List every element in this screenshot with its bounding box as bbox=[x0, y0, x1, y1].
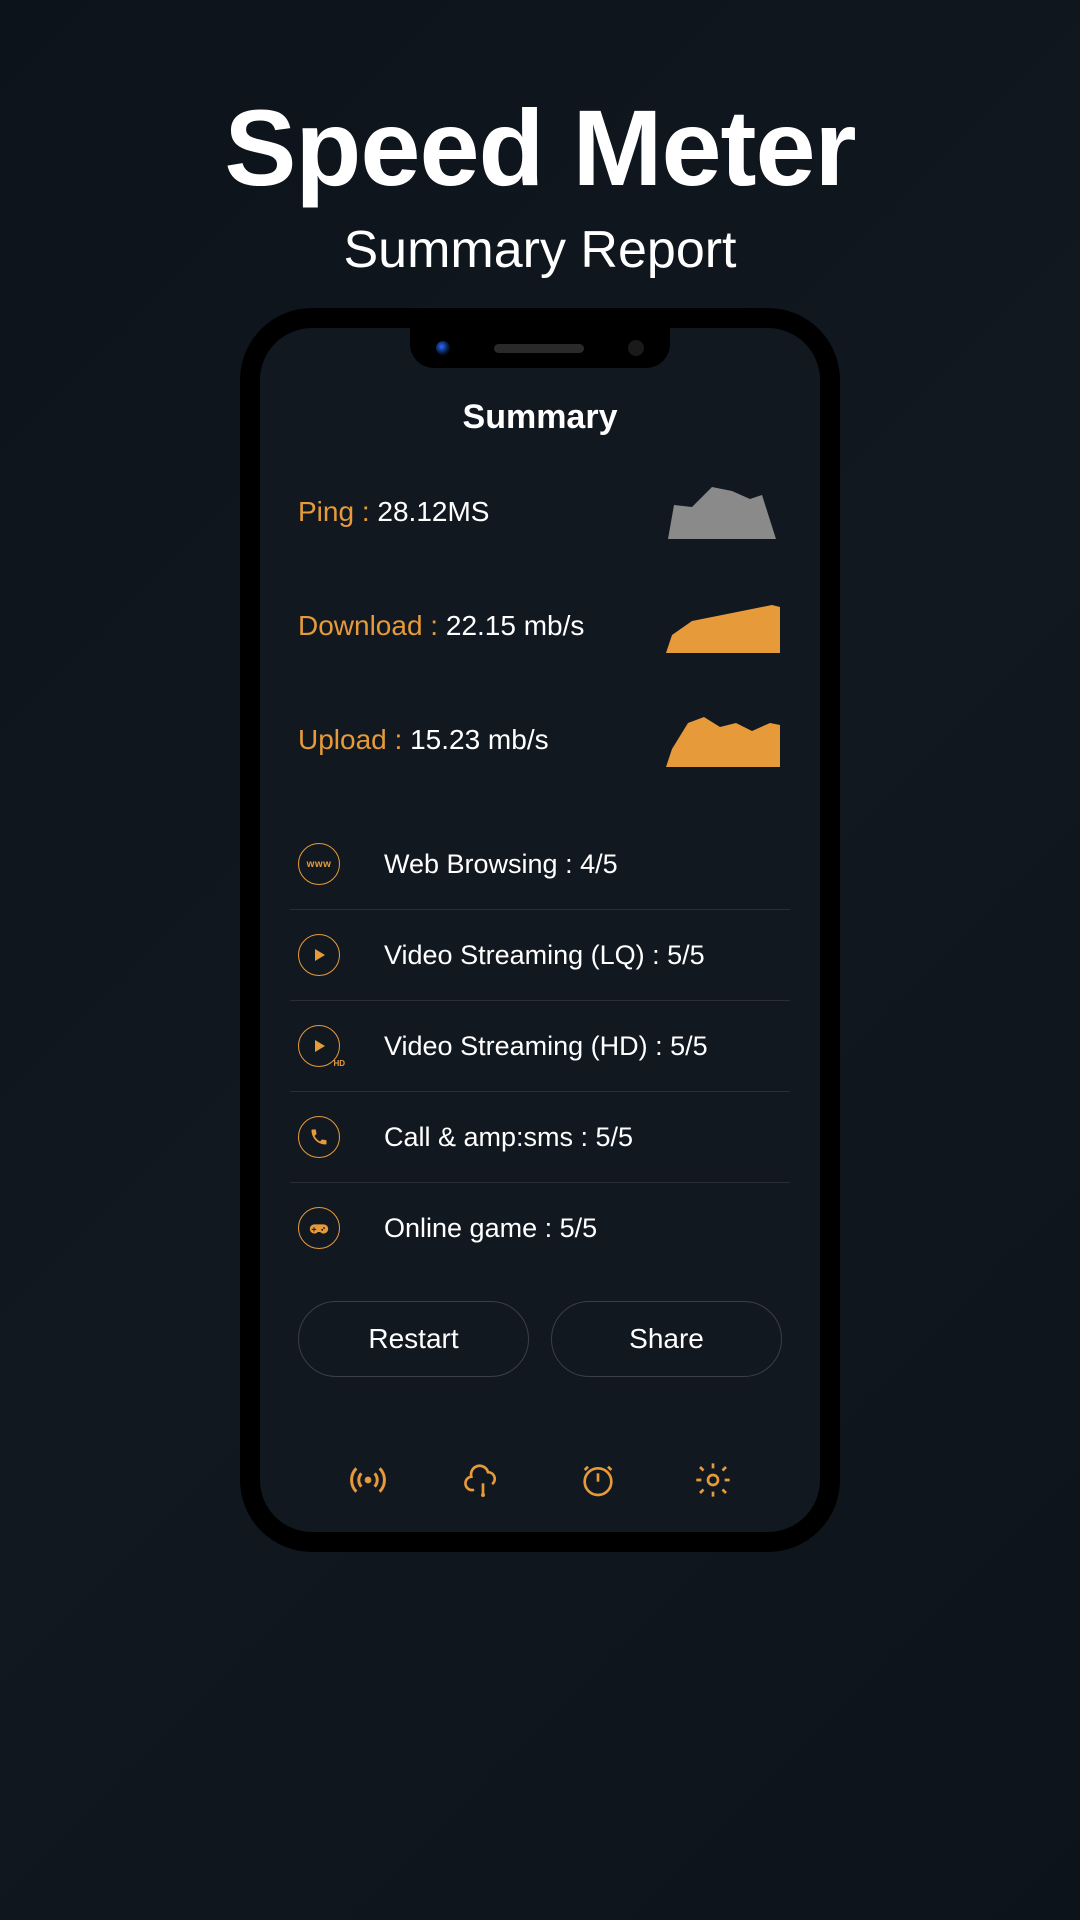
upload-sparkline-icon bbox=[662, 713, 782, 767]
front-camera-icon bbox=[436, 341, 450, 355]
play-hd-icon: HD bbox=[298, 1025, 340, 1067]
phone-notch bbox=[410, 328, 670, 368]
phone-frame: Summary Ping : 28.12MS Download : 22.15 … bbox=[242, 310, 838, 1550]
action-row: Restart Share bbox=[290, 1301, 790, 1377]
nav-settings-icon[interactable] bbox=[691, 1458, 735, 1502]
rating-row-call: Call & amp:sms : 5/5 bbox=[290, 1092, 790, 1183]
restart-button[interactable]: Restart bbox=[298, 1301, 529, 1377]
metric-row-upload: Upload : 15.23 mb/s bbox=[290, 713, 790, 767]
phone-icon bbox=[298, 1116, 340, 1158]
rating-web-label: Web Browsing : 4/5 bbox=[384, 849, 618, 880]
screen-content: Summary Ping : 28.12MS Download : 22.15 … bbox=[260, 328, 820, 1532]
download-sparkline-icon bbox=[662, 599, 782, 653]
nav-cloud-icon[interactable] bbox=[461, 1458, 505, 1502]
metric-upload-value: 15.23 mb/s bbox=[410, 724, 549, 755]
sensor-icon bbox=[628, 340, 644, 356]
hero-section: Speed Meter Summary Report bbox=[0, 0, 1080, 280]
rating-row-web: www Web Browsing : 4/5 bbox=[290, 819, 790, 910]
metric-ping-text: Ping : 28.12MS bbox=[298, 496, 489, 528]
rating-call-label: Call & amp:sms : 5/5 bbox=[384, 1122, 633, 1153]
rating-row-video-lq: Video Streaming (LQ) : 5/5 bbox=[290, 910, 790, 1001]
nav-timer-icon[interactable] bbox=[576, 1458, 620, 1502]
metric-upload-text: Upload : 15.23 mb/s bbox=[298, 724, 549, 756]
bottom-nav bbox=[290, 1444, 790, 1532]
gamepad-icon bbox=[298, 1207, 340, 1249]
nav-signal-icon[interactable] bbox=[346, 1458, 390, 1502]
play-icon bbox=[298, 934, 340, 976]
speaker-grill bbox=[494, 344, 584, 353]
metric-download-label: Download : bbox=[298, 610, 446, 641]
ping-sparkline-icon bbox=[662, 485, 782, 539]
summary-title: Summary bbox=[290, 398, 790, 437]
rating-video-hd-label: Video Streaming (HD) : 5/5 bbox=[384, 1031, 708, 1062]
share-button[interactable]: Share bbox=[551, 1301, 782, 1377]
metric-download-value: 22.15 mb/s bbox=[446, 610, 585, 641]
metric-ping-value: 28.12MS bbox=[377, 496, 489, 527]
rating-section: www Web Browsing : 4/5 Video Streaming (… bbox=[290, 819, 790, 1273]
hero-title: Speed Meter bbox=[0, 85, 1080, 210]
rating-video-lq-label: Video Streaming (LQ) : 5/5 bbox=[384, 940, 705, 971]
phone-screen: Summary Ping : 28.12MS Download : 22.15 … bbox=[260, 328, 820, 1532]
rating-game-label: Online game : 5/5 bbox=[384, 1213, 597, 1244]
metric-row-download: Download : 22.15 mb/s bbox=[290, 599, 790, 653]
metric-upload-label: Upload : bbox=[298, 724, 410, 755]
metric-row-ping: Ping : 28.12MS bbox=[290, 485, 790, 539]
rating-row-game: Online game : 5/5 bbox=[290, 1183, 790, 1273]
rating-row-video-hd: HD Video Streaming (HD) : 5/5 bbox=[290, 1001, 790, 1092]
metric-ping-label: Ping : bbox=[298, 496, 377, 527]
metric-download-text: Download : 22.15 mb/s bbox=[298, 610, 584, 642]
www-icon: www bbox=[298, 843, 340, 885]
hero-subtitle: Summary Report bbox=[0, 220, 1080, 280]
